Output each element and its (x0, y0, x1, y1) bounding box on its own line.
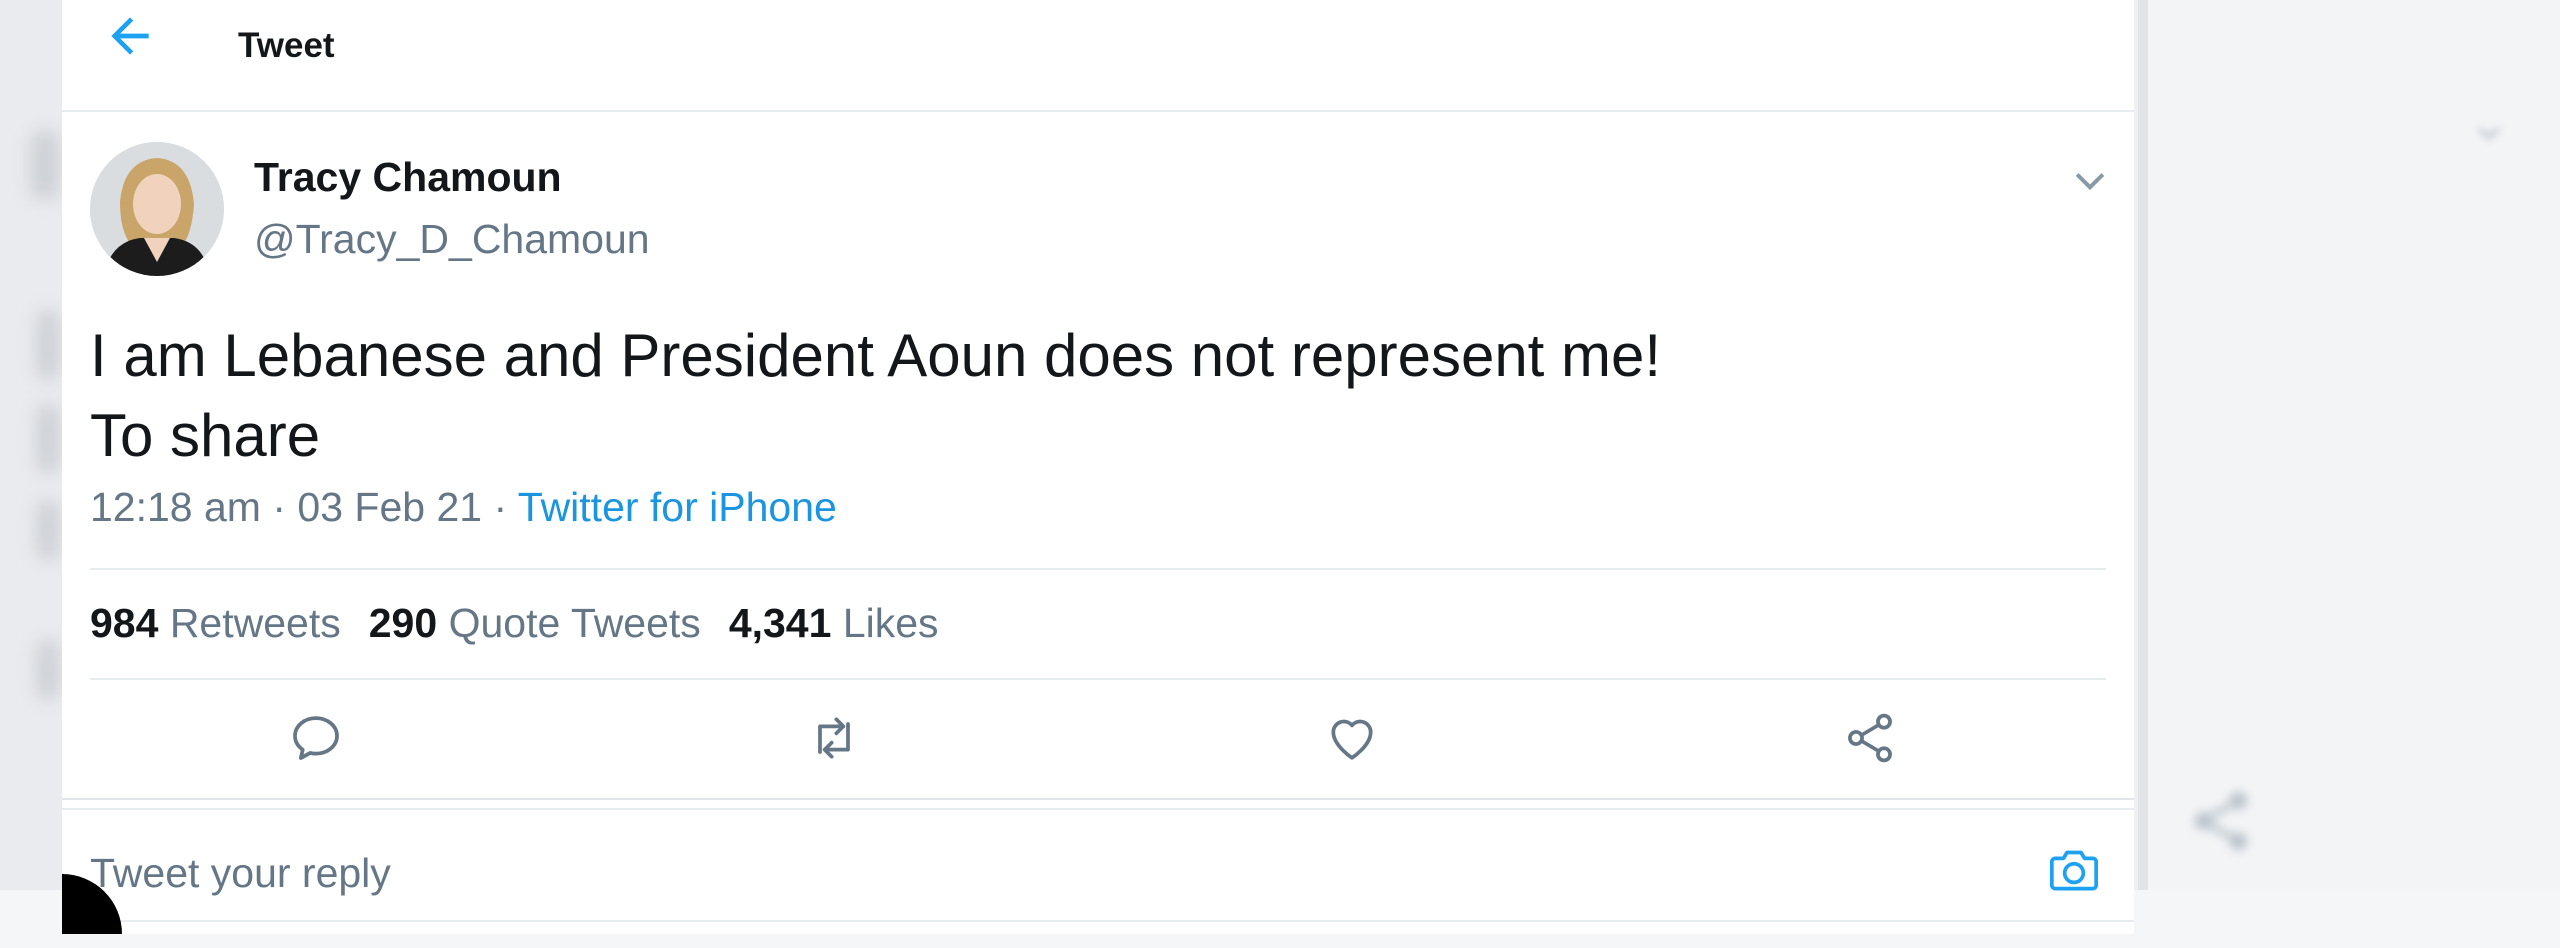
arrow-left-icon[interactable] (102, 8, 158, 64)
share-icon (2194, 791, 2248, 851)
avatar[interactable] (90, 142, 224, 276)
tweet-meta: 12:18 am · 03 Feb 21 · Twitter for iPhon… (90, 484, 837, 531)
retweets-count: 984 (90, 600, 159, 646)
quote-tweets-count: 290 (368, 600, 438, 646)
author-name[interactable]: Tracy Chamoun (254, 154, 562, 201)
retweets-stat[interactable]: 984 Retweets (90, 600, 341, 646)
like-icon[interactable] (1324, 710, 1380, 766)
top-bar: Tweet (62, 0, 2134, 112)
retweet-icon[interactable] (806, 710, 862, 766)
tweet-card: Tweet Tracy Chamoun @Tracy_D_Chamoun I a… (62, 0, 2134, 934)
likes-stat[interactable]: 4,341 Likes (729, 600, 939, 646)
reply-icon[interactable] (288, 710, 344, 766)
meta-separator: · (493, 484, 508, 530)
retweets-label: Retweets (169, 600, 341, 646)
author-handle[interactable]: @Tracy_D_Chamoun (254, 216, 650, 263)
background-blur (36, 310, 60, 380)
avatar-photo (90, 142, 224, 276)
quote-tweets-stat[interactable]: 290 Quote Tweets (369, 600, 701, 646)
background-blur (36, 404, 60, 474)
meta-separator: · (272, 484, 287, 530)
tweet-source-link[interactable]: Twitter for iPhone (518, 484, 837, 530)
divider (90, 568, 2106, 570)
tweet-stats: 984 Retweets 290 Quote Tweets 4,341 Likes (90, 600, 939, 647)
tweet-text: I am Lebanese and President Aoun does no… (90, 322, 1662, 469)
background-blur (36, 640, 60, 700)
divider (62, 808, 2134, 810)
quote-tweets-label: Quote Tweets (448, 600, 701, 646)
reply-input[interactable]: Tweet your reply (90, 850, 391, 897)
likes-label: Likes (842, 600, 939, 646)
tweet-time: 12:18 am (90, 484, 261, 530)
share-icon[interactable] (1842, 710, 1898, 766)
divider (90, 678, 2106, 680)
camera-icon[interactable] (2046, 842, 2102, 898)
chevron-down-icon[interactable] (2068, 158, 2112, 202)
chevron-down-icon (2477, 126, 2501, 141)
background-blur (30, 130, 60, 200)
divider (62, 920, 2134, 922)
page-title: Tweet (238, 26, 335, 65)
tweet-date: 03 Feb 21 (297, 484, 483, 530)
background-blur (36, 500, 60, 560)
likes-count: 4,341 (728, 600, 832, 646)
divider (62, 798, 2134, 800)
background-divider (2138, 0, 2148, 948)
